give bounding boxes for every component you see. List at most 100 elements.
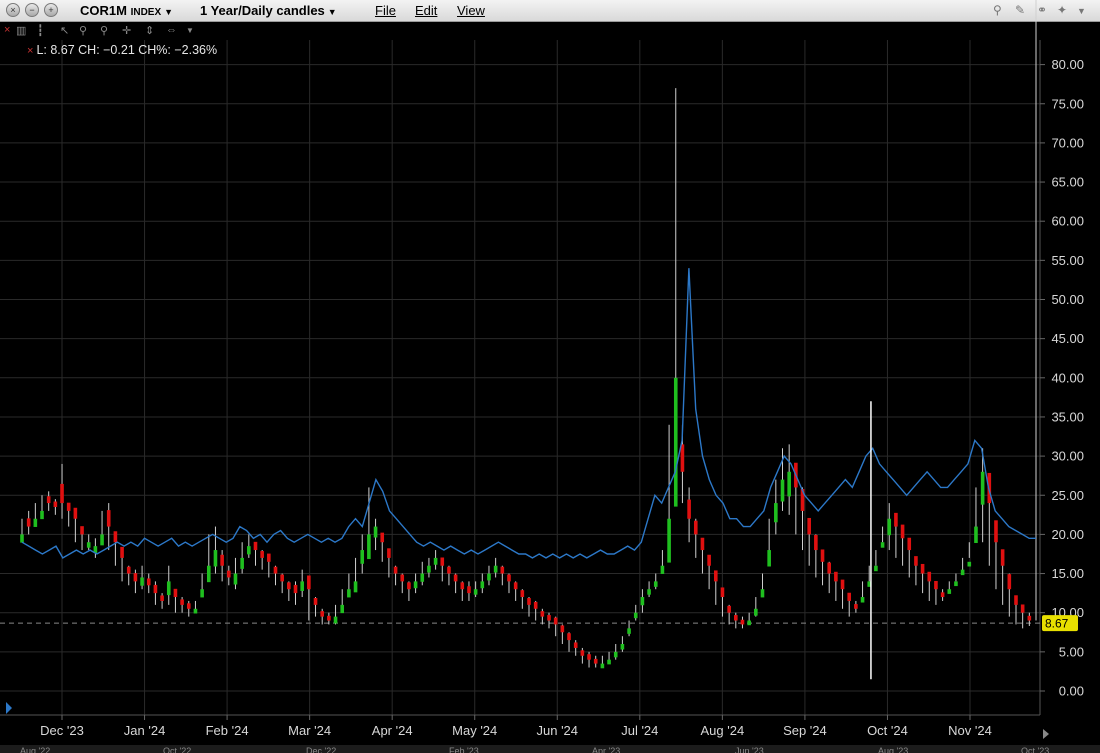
x-tick-label: Feb '24: [206, 723, 249, 738]
candle-body: [293, 584, 298, 594]
candle-body: [86, 542, 91, 548]
overview-label: Oct '23: [1021, 746, 1049, 753]
candle-body: [126, 566, 131, 574]
candle-body: [220, 554, 224, 566]
overview-label: Apr '23: [592, 746, 620, 753]
candle-body: [267, 553, 271, 562]
last-price-tag: 8.67: [1042, 615, 1078, 632]
candle-body: [693, 520, 698, 535]
candle-body: [1027, 615, 1032, 621]
overview-label: Aug '23: [878, 746, 908, 753]
candle-body: [280, 574, 284, 582]
candle-body: [373, 526, 378, 538]
candle-body: [740, 619, 745, 625]
candle-body: [433, 557, 438, 565]
candle-body: [974, 526, 978, 544]
price-chart[interactable]: 0.005.0010.0015.0020.0025.0030.0035.0040…: [0, 0, 1100, 753]
candle-body: [427, 565, 431, 573]
candle-body: [980, 471, 985, 505]
candle-body: [327, 615, 331, 621]
candle-body: [520, 590, 525, 598]
y-tick-label: 55.00: [1051, 253, 1084, 268]
x-tick-label: Sep '24: [783, 723, 827, 738]
y-tick-label: 35.00: [1051, 409, 1084, 424]
overview-strip[interactable]: Aug '22 Oct '22 Dec '22 Feb '23 Apr '23 Jun '…: [0, 745, 1100, 753]
y-tick-label: 70.00: [1051, 135, 1084, 150]
candle-body: [206, 565, 211, 583]
candle-body: [1000, 549, 1005, 566]
candle-body: [874, 565, 878, 572]
candle-body: [667, 518, 671, 563]
candle-body: [73, 507, 78, 519]
candle-body: [880, 542, 885, 548]
x-tick-label: Jul '24: [621, 723, 658, 738]
candle-body: [560, 625, 565, 633]
x-tick-label: Mar '24: [288, 723, 331, 738]
candle-body: [920, 563, 925, 574]
candle-body: [727, 605, 731, 613]
x-tick-label: Dec '23: [40, 723, 84, 738]
candle-body: [140, 577, 144, 586]
y-tick-label: 20.00: [1051, 527, 1084, 542]
candle-body: [273, 566, 278, 574]
candle-body: [653, 581, 658, 587]
candle-body: [166, 581, 171, 596]
candle-body: [173, 588, 178, 598]
candle-body: [947, 589, 952, 594]
candle-body: [887, 518, 892, 536]
candle-body: [527, 598, 531, 605]
candle-body: [713, 570, 718, 582]
candle-body: [120, 546, 124, 558]
candle-body: [894, 512, 898, 527]
candle-body: [186, 603, 191, 609]
candle-body: [193, 608, 198, 614]
y-tick-label: 40.00: [1051, 370, 1084, 385]
candle-body: [774, 503, 778, 523]
candle-body: [360, 550, 365, 564]
candle-body: [100, 534, 104, 546]
candle-body: [907, 537, 912, 551]
candle-body: [367, 534, 371, 560]
candle-body: [393, 566, 398, 574]
y-tick-label: 5.00: [1059, 644, 1084, 659]
candle-body: [687, 499, 691, 519]
candle-body: [480, 581, 485, 589]
y-tick-label: 30.00: [1051, 449, 1084, 464]
candle-body: [493, 565, 498, 573]
candle-body: [660, 565, 665, 574]
candle-body: [720, 587, 725, 598]
x-tick-label: Aug '24: [701, 723, 745, 738]
candle-body: [106, 510, 111, 527]
candle-body: [613, 651, 618, 658]
candle-body: [453, 574, 458, 582]
candle-body: [300, 581, 304, 591]
candle-body: [26, 518, 31, 527]
candle-body: [133, 573, 138, 582]
candle-body: [260, 551, 264, 558]
candle-body: [633, 612, 638, 619]
candle-body: [553, 617, 558, 625]
candle-body: [754, 608, 758, 616]
candle-body: [507, 574, 511, 582]
candle-body: [313, 598, 318, 605]
candle-body: [587, 654, 591, 660]
candle-body: [573, 642, 578, 648]
candle-body: [900, 524, 905, 539]
y-tick-label: 65.00: [1051, 175, 1084, 190]
close-readout-icon[interactable]: ×: [27, 45, 33, 57]
candle-body: [307, 575, 311, 590]
candle-body: [447, 566, 451, 574]
candle-body: [627, 628, 631, 634]
candle-body: [934, 580, 938, 590]
candle-body: [533, 601, 538, 609]
candle-body: [420, 573, 425, 582]
candle-body: [600, 663, 605, 669]
candle-body: [860, 597, 865, 603]
overview-strip-svg: Aug '22 Oct '22 Dec '22 Feb '23 Apr '23 Jun '…: [20, 746, 1049, 753]
candle-body: [467, 586, 471, 594]
x-tick-label: May '24: [452, 723, 497, 738]
candle-body: [734, 615, 738, 621]
candle-body: [40, 510, 44, 520]
candle-body: [513, 582, 518, 590]
candle-body: [46, 496, 51, 504]
